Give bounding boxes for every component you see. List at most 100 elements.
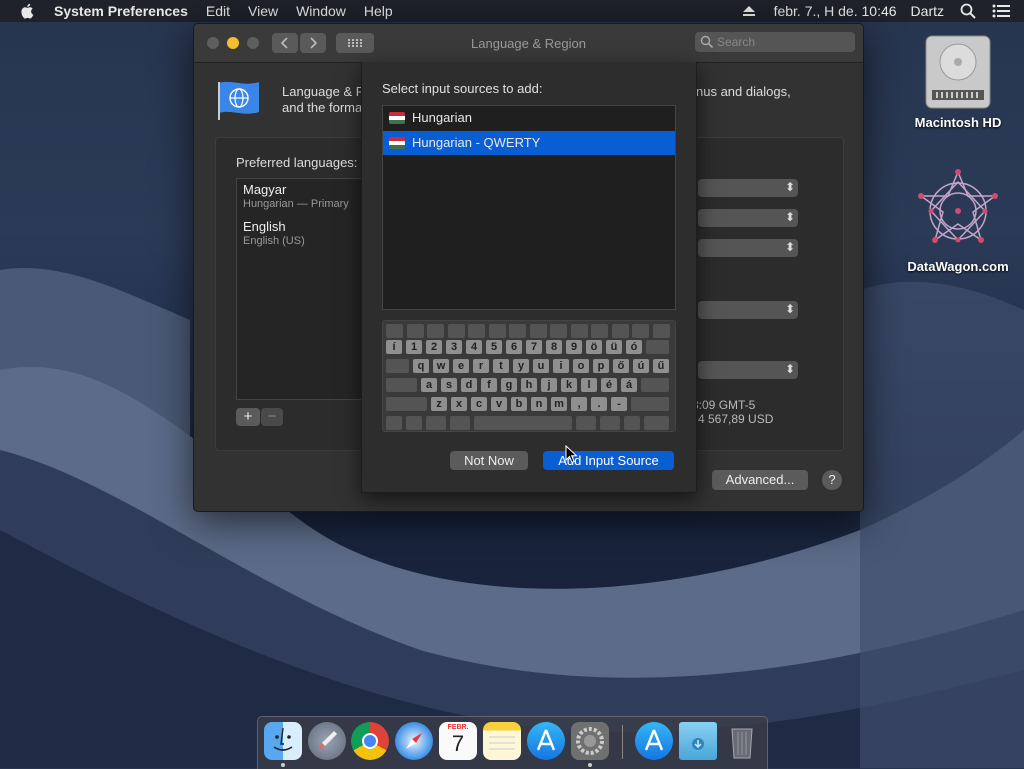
preferred-languages-list[interactable]: Magyar Hungarian — Primary English Engli…	[236, 178, 368, 400]
keyboard-key: 1	[406, 340, 422, 354]
keyboard-key-blank	[488, 324, 506, 338]
keyboard-key-blank	[406, 416, 422, 430]
calendar-popup[interactable]	[698, 239, 798, 257]
language-name: Magyar	[243, 182, 287, 197]
first-day-popup[interactable]	[698, 209, 798, 227]
menu-help[interactable]: Help	[364, 3, 393, 19]
language-name: English	[243, 219, 286, 234]
keyboard-key: -	[611, 397, 627, 411]
region-popup[interactable]	[698, 179, 798, 197]
keyboard-key: m	[551, 397, 567, 411]
keyboard-key-blank	[406, 324, 424, 338]
keyboard-key-blank	[600, 416, 620, 430]
advanced-button[interactable]: Advanced...	[712, 470, 808, 490]
number-sample: 4 567,89 USD	[698, 412, 774, 426]
add-input-source-button[interactable]: Add Input Source	[543, 451, 674, 470]
time-sample: 3:09 GMT-5	[692, 398, 756, 412]
hard-drive-icon	[925, 35, 991, 109]
notes-icon[interactable]	[483, 722, 521, 760]
list-item[interactable]: Hungarian - QWERTY	[383, 131, 675, 155]
menu-app-name[interactable]: System Preferences	[54, 3, 188, 19]
menu-user[interactable]: Dartz	[911, 3, 944, 19]
keyboard-key-blank	[426, 416, 446, 430]
calendar-day: 7	[451, 731, 465, 756]
calendar-icon[interactable]: FEBR. 7	[439, 722, 477, 760]
search-placeholder: Search	[717, 35, 756, 49]
keyboard-key-blank	[386, 324, 403, 338]
menu-edit[interactable]: Edit	[206, 3, 230, 19]
calendar-month: FEBR.	[447, 724, 469, 731]
keyboard-key: á	[621, 378, 637, 392]
list-sort-popup[interactable]	[698, 361, 798, 379]
keyboard-key: l	[581, 378, 597, 392]
keyboard-key: u	[533, 359, 549, 373]
menu-view[interactable]: View	[248, 3, 278, 19]
dock: FEBR. 7	[257, 716, 768, 769]
keyboard-key-blank	[447, 324, 465, 338]
keyboard-key: w	[433, 359, 449, 373]
search-field[interactable]: Search	[695, 32, 855, 52]
keyboard-key-blank	[450, 416, 470, 430]
keyboard-key: e	[453, 359, 469, 373]
keyboard-key-blank	[550, 324, 567, 338]
datawagon-logo-icon	[918, 169, 998, 243]
keyboard-key: i	[553, 359, 569, 373]
language-subtitle: Hungarian — Primary	[243, 198, 349, 210]
add-language-button[interactable]: +	[236, 408, 260, 426]
system-preferences-icon[interactable]	[571, 722, 609, 760]
keyboard-key-blank	[386, 378, 417, 392]
keyboard-key-blank	[644, 416, 669, 430]
chrome-icon[interactable]	[351, 722, 389, 760]
language-subtitle: English (US)	[243, 235, 305, 247]
list-item[interactable]: English English (US)	[243, 219, 305, 247]
desktop-icon-datawagon[interactable]: DataWagon.com	[902, 168, 1014, 274]
keyboard-key: b	[511, 397, 527, 411]
menu-window[interactable]: Window	[296, 3, 346, 19]
safari-icon[interactable]	[395, 722, 433, 760]
keyboard-key: c	[471, 397, 487, 411]
input-source-list[interactable]: Hungarian Hungarian - QWERTY	[382, 105, 676, 310]
keyboard-key: t	[493, 359, 509, 373]
keyboard-key-blank	[652, 324, 670, 338]
trash-icon[interactable]	[723, 722, 761, 760]
keyboard-key: f	[481, 378, 497, 392]
preferred-languages-label: Preferred languages:	[236, 155, 358, 170]
time-format-popup[interactable]	[698, 301, 798, 319]
running-indicator	[588, 763, 592, 767]
keyboard-key: a	[421, 378, 437, 392]
input-source-label: Hungarian	[412, 110, 472, 125]
keyboard-key: 3	[446, 340, 462, 354]
apple-menu-icon[interactable]	[20, 3, 36, 19]
hungary-flag-icon	[389, 137, 405, 149]
intro-text-line1: Language & R	[282, 84, 366, 99]
window-titlebar[interactable]: Language & Region Search	[194, 24, 863, 63]
keyboard-key-blank	[570, 324, 588, 338]
keyboard-key: d	[461, 378, 477, 392]
keyboard-key: 2	[426, 340, 442, 354]
menu-clock[interactable]: febr. 7., H de. 10:46	[774, 3, 897, 19]
keyboard-key: y	[513, 359, 529, 373]
eject-icon[interactable]	[742, 5, 756, 17]
spotlight-search-icon[interactable]	[960, 3, 976, 19]
launchpad-icon[interactable]	[308, 722, 346, 760]
keyboard-key: ,	[571, 397, 587, 411]
app-store-icon[interactable]	[527, 722, 565, 760]
downloads-folder-icon[interactable]	[679, 722, 717, 760]
list-item[interactable]: Hungarian	[383, 106, 675, 130]
remove-language-button[interactable]: −	[261, 408, 283, 426]
mouse-cursor-icon	[565, 445, 578, 464]
notification-center-icon[interactable]	[992, 4, 1010, 18]
desktop-icon-label: DataWagon.com	[907, 259, 1009, 274]
keyboard-key-blank	[631, 397, 669, 411]
list-item[interactable]: Magyar Hungarian — Primary	[243, 182, 349, 210]
keyboard-key-blank	[576, 416, 596, 430]
not-now-button[interactable]: Not Now	[450, 451, 528, 470]
menu-bar: System Preferences Edit View Window Help…	[0, 0, 1024, 22]
keyboard-key-blank	[474, 416, 572, 430]
help-button[interactable]: ?	[822, 470, 842, 490]
keyboard-key: 5	[486, 340, 502, 354]
finder-icon[interactable]	[264, 722, 302, 760]
keyboard-key: ő	[613, 359, 629, 373]
app-store-downloads-icon[interactable]	[635, 722, 673, 760]
desktop-icon-macintosh-hd[interactable]: Macintosh HD	[902, 32, 1014, 130]
